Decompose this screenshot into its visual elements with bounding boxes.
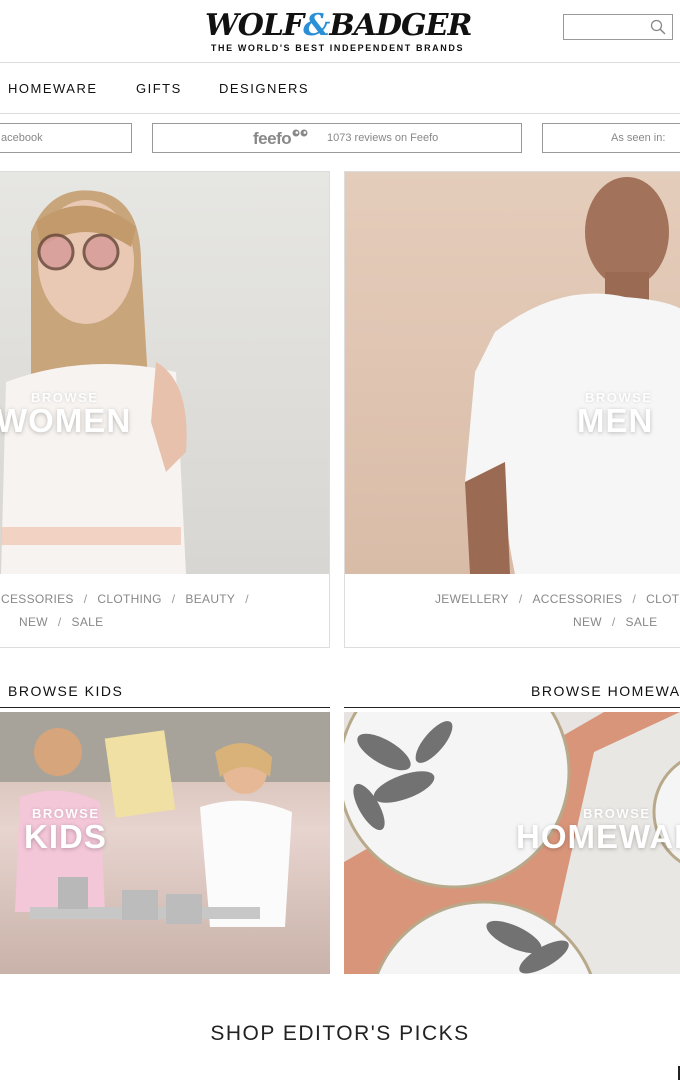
men-link-clothing[interactable]: CLOTHING — [646, 592, 680, 606]
search-input[interactable] — [563, 14, 673, 40]
logo-wolf: WOLF — [205, 8, 304, 43]
as-seen-in-badge[interactable]: As seen in: — [542, 123, 680, 153]
editors-picks-heading[interactable]: SHOP EDITOR'S PICKS — [0, 1022, 680, 1046]
women-link-sale[interactable]: SALE — [72, 615, 104, 629]
women-link-beauty[interactable]: BEAUTY — [185, 592, 235, 606]
women-links-row2: NEW / SALE — [19, 615, 329, 629]
homeware-section-heading[interactable]: BROWSE HOMEWARE — [531, 683, 680, 699]
women-illustration — [1, 190, 187, 574]
men-links-row1: JEWELLERY / ACCESSORIES / CLOTHING — [435, 592, 680, 606]
kids-heading-rule — [0, 707, 330, 708]
homeware-heading-rule — [344, 707, 680, 708]
women-image[interactable]: BROWSE WOMEN — [0, 172, 329, 574]
women-link-new[interactable]: NEW — [19, 615, 48, 629]
facebook-label: acebook — [1, 132, 43, 144]
site-header: WOLF&BADGER THE WORLD'S BEST INDEPENDENT… — [0, 0, 680, 62]
category-card-women[interactable]: BROWSE WOMEN CESSORIES / CLOTHING / BEAUTY / … — [0, 171, 330, 648]
men-image[interactable]: BROWSE MEN — [345, 172, 680, 574]
feefo-wordmark: feefo — [253, 129, 292, 148]
as-seen-in-label: As seen in: — [611, 132, 666, 144]
women-links-row1: CESSORIES / CLOTHING / BEAUTY / — [1, 592, 329, 606]
category-card-men[interactable]: BROWSE MEN JEWELLERY / ACCESSORIES / CLOTHIN… — [344, 171, 680, 648]
separator: / — [57, 615, 62, 629]
kids-title: KIDS — [24, 818, 107, 855]
men-link-jewellery[interactable]: JEWELLERY — [435, 592, 509, 606]
men-illustration — [465, 177, 680, 574]
facebook-badge[interactable]: acebook — [0, 123, 132, 153]
separator: / — [245, 592, 249, 606]
women-title: WOMEN — [0, 402, 132, 439]
site-logo[interactable]: WOLF&BADGER THE WORLD'S BEST INDEPENDENT… — [205, 8, 472, 54]
nav-divider — [0, 113, 680, 114]
kids-section-heading[interactable]: BROWSE KIDS — [8, 683, 123, 699]
feefo-badge[interactable]: feefo 1073 reviews on Feefo — [152, 123, 522, 153]
men-title: MEN — [577, 402, 654, 439]
search-icon[interactable] — [650, 19, 666, 35]
nav-item-designers[interactable]: DESIGNERS — [219, 81, 309, 96]
logo-wordmark: WOLF&BADGER — [205, 8, 472, 43]
separator: / — [518, 592, 523, 606]
logo-ampersand: & — [303, 8, 330, 43]
feefo-eyes-icon — [292, 129, 308, 137]
men-link-new[interactable]: NEW — [573, 615, 602, 629]
separator: / — [611, 615, 616, 629]
separator: / — [171, 592, 176, 606]
separator: / — [83, 592, 88, 606]
homeware-tile[interactable]: BROWSE HOMEWARE — [344, 712, 680, 974]
nav-item-homeware[interactable]: HOMEWARE — [8, 81, 98, 96]
men-link-accessories[interactable]: ACCESSORIES — [532, 592, 622, 606]
logo-tagline: THE WORLD'S BEST INDEPENDENT BRANDS — [210, 43, 465, 53]
women-link-accessories[interactable]: CESSORIES — [1, 592, 74, 606]
men-links-row2: NEW / SALE — [573, 615, 680, 629]
homeware-title: HOMEWARE — [516, 818, 680, 855]
kids-tile[interactable]: BROWSE KIDS — [0, 712, 330, 974]
nav-item-gifts[interactable]: GIFTS — [136, 81, 182, 96]
separator: / — [632, 592, 637, 606]
main-nav: HOMEWARE GIFTS DESIGNERS — [0, 63, 680, 113]
feefo-reviews: 1073 reviews on Feefo — [327, 132, 439, 144]
men-link-sale[interactable]: SALE — [626, 615, 658, 629]
feefo-logo: feefo — [253, 128, 308, 149]
women-link-clothing[interactable]: CLOTHING — [97, 592, 161, 606]
logo-badger: BADGER — [329, 8, 472, 43]
